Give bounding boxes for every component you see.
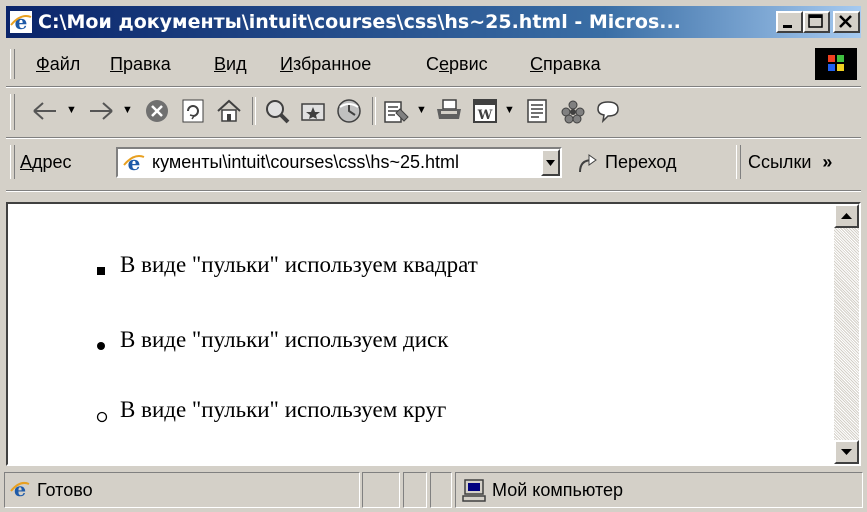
back-arrow-icon[interactable] [30,97,60,125]
print-icon[interactable] [434,97,464,125]
address-input[interactable]: e кументы\intuit\courses\css\hs~25.html [116,147,562,178]
discuss-icon[interactable] [522,97,552,125]
menu-separator [6,86,861,88]
links-label: Ссылки [748,152,812,172]
menu-tools[interactable]: Сервис [426,44,488,84]
address-url: кументы\intuit\courses\css\hs~25.html [152,152,459,172]
go-arrow-icon [579,154,597,173]
menu-edit[interactable]: Правка [110,44,171,84]
home-icon[interactable] [214,97,244,125]
stop-icon[interactable] [142,97,172,125]
browser-window: e C:\Мои документы\intuit\courses\css\hs… [0,0,867,512]
address-bar: Адрес e кументы\intuit\courses\css\hs~25… [6,140,861,184]
minimize-icon [783,25,792,28]
close-icon [839,15,852,28]
status-panel-offline [430,472,452,508]
maximize-icon [808,14,823,28]
chevron-down-icon [841,449,852,455]
mail-dropdown-icon[interactable]: ▼ [416,104,427,116]
title-bar[interactable]: e C:\Мои документы\intuit\courses\css\hs… [6,6,861,38]
menu-help[interactable]: Справка [530,44,601,84]
list-item-square: В виде "пульки" используем квадрат [120,252,478,277]
list-item-disc: В виде "пульки" используем диск [120,327,449,352]
ie-logo-icon: e [10,11,32,33]
links-button[interactable]: Ссылки » [748,140,832,184]
windows-logo-icon [815,48,857,80]
toolbar-separator [252,97,256,125]
ie-page-icon: e [10,479,30,500]
status-panel-progress [362,472,400,508]
toolbar-grip[interactable] [10,94,15,130]
computer-icon [462,479,486,502]
toolbar-separator [372,97,376,125]
close-button[interactable] [833,11,860,33]
links-grip[interactable] [736,145,741,179]
favorites-icon[interactable] [298,97,328,125]
chevron-right-icon: » [822,152,833,172]
status-zone-panel: Мой компьютер [455,472,863,508]
chevron-up-icon [841,213,852,219]
address-grip[interactable] [10,145,15,179]
forward-arrow-icon[interactable] [86,97,116,125]
menu-view[interactable]: Вид [214,44,247,84]
circle-bullet-icon [96,411,108,423]
edit-dropdown-icon[interactable]: ▼ [504,104,515,116]
mail-icon[interactable] [382,97,412,125]
status-text-panel: e Готово [4,472,360,508]
page-content: В виде "пульки" используем квадрат В вид… [6,202,861,466]
disc-bullet-icon [97,342,105,350]
refresh-icon[interactable] [178,97,208,125]
scroll-up-button[interactable] [834,204,859,228]
list-item-circle: В виде "пульки" используем круг [120,397,447,422]
menu-grip[interactable] [10,49,15,79]
address-label: Адрес [20,152,72,172]
messenger-icon[interactable] [558,97,588,125]
menu-favorites[interactable]: Избранное [280,44,371,84]
status-zone-text: Мой компьютер [492,480,624,500]
svg-text:W: W [477,108,493,123]
address-dropdown-button[interactable] [541,149,560,176]
forward-dropdown-icon[interactable]: ▼ [122,104,133,116]
minimize-button[interactable] [776,11,803,33]
status-panel-lock [403,472,427,508]
menu-bar: Файл Правка Вид Избранное Сервис Справка [6,44,861,84]
status-text: Готово [37,480,93,500]
toolbar-separator-line [6,137,861,139]
standard-toolbar: ▼ ▼ ▼ W ▼ [6,89,861,135]
go-label: Переход [605,152,677,172]
window-title: C:\Мои документы\intuit\courses\css\hs~2… [38,11,681,33]
search-icon[interactable] [262,97,292,125]
chat-icon[interactable] [594,97,624,125]
status-bar: e Готово Мой компьютер [0,468,867,512]
square-bullet-icon [97,267,105,275]
address-separator-line [6,190,861,192]
scroll-down-button[interactable] [834,440,859,464]
svg-text:e: e [128,151,141,174]
maximize-button[interactable] [803,11,830,33]
menu-file[interactable]: Файл [36,44,80,84]
back-dropdown-icon[interactable]: ▼ [66,104,77,116]
chevron-down-icon [546,160,555,166]
vertical-scrollbar[interactable] [834,204,859,464]
edit-word-icon[interactable]: W [470,97,500,125]
svg-text:e: e [15,11,28,33]
go-button[interactable]: Переход [576,140,677,184]
ie-page-icon: e [123,151,145,174]
history-icon[interactable] [334,97,364,125]
